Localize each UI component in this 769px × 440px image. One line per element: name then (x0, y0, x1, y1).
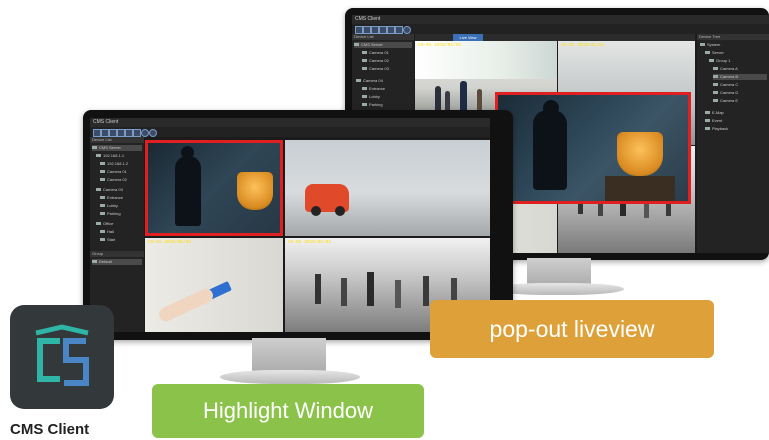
tree-item[interactable]: Lobby (362, 94, 380, 100)
group-header: Group (90, 251, 144, 257)
fullscreen-icon[interactable] (133, 129, 141, 137)
tree-item[interactable]: Lobby (100, 203, 118, 209)
tree-item[interactable]: Playback (705, 126, 728, 132)
tile-label: CH-01 2019/01/01 (148, 240, 192, 245)
layout-9-icon[interactable] (109, 129, 117, 137)
layout-16-icon[interactable] (117, 129, 125, 137)
window-title: CMS Client (90, 118, 490, 127)
tree-item[interactable]: Camera E (713, 98, 738, 104)
fullscreen-icon[interactable] (395, 26, 403, 34)
window-title: CMS Client (352, 15, 769, 24)
layout-4-icon[interactable] (363, 26, 371, 34)
live-tab-strip: Live View (415, 34, 695, 41)
tree-item[interactable]: Camera 01 (362, 50, 389, 56)
snapshot-icon[interactable] (141, 129, 149, 137)
tree-item[interactable]: Office (96, 221, 113, 227)
toolbar (352, 24, 769, 34)
highlight-window-label: Highlight Window (152, 384, 424, 438)
layout-custom-icon[interactable] (387, 26, 395, 34)
toolbar (90, 127, 490, 137)
video-tile-card-reader[interactable]: CH-01 2019/01/01 (145, 238, 283, 332)
tree-item[interactable]: CMS Server (92, 145, 142, 151)
tree-item[interactable]: Camera 03 (362, 66, 389, 72)
settings-icon[interactable] (149, 129, 157, 137)
settings-icon[interactable] (403, 26, 411, 34)
tree-item[interactable]: 192.168.1.1 (96, 153, 124, 159)
tree-item[interactable]: Event (705, 118, 722, 124)
tree-header: Device List (90, 137, 144, 143)
tree-item[interactable]: Camera B (713, 74, 767, 80)
tree-item[interactable]: Camera A (713, 66, 738, 72)
layout-1-icon[interactable] (93, 129, 101, 137)
layout-4-icon[interactable] (101, 129, 109, 137)
video-tile-parking[interactable] (285, 140, 490, 236)
tree-item[interactable]: Entrance (100, 195, 123, 201)
right-header: Device Tree (697, 34, 769, 40)
tree-item[interactable]: E-Map (705, 110, 724, 116)
tree-item[interactable]: Hall (100, 229, 114, 235)
popout-live-window[interactable] (495, 92, 691, 204)
tree-item[interactable]: Stair (100, 237, 115, 243)
tree-header: Device List (352, 34, 414, 40)
highlight-window-border (145, 140, 283, 236)
brand-name: CMS Client (10, 421, 90, 438)
cms-logo-icon (10, 305, 114, 409)
tree-item[interactable]: Camera 04 (356, 78, 383, 84)
tab-live-view[interactable]: Live View (453, 34, 483, 41)
tile-label: CH-02 2019/01/01 (288, 240, 332, 245)
tree-item[interactable]: Server (705, 50, 724, 56)
layout-custom-icon[interactable] (125, 129, 133, 137)
right-device-panel: Device Tree System Server Group 1 Camera… (697, 34, 769, 253)
tree-item[interactable]: 192.168.1.2 (100, 161, 128, 167)
tree-item[interactable]: Camera 03 (96, 187, 123, 193)
device-tree-panel: Device List CMS Server 192.168.1.1 192.1… (90, 137, 144, 332)
layout-1-icon[interactable] (355, 26, 363, 34)
tree-item[interactable]: Default (92, 259, 142, 265)
tile-label: CH-02 2019/01/01 (561, 43, 605, 48)
tile-label: CH-01 2019/01/01 (418, 43, 462, 48)
front-monitor-screen: CMS Client Device List CMS Server 192.16… (90, 118, 490, 332)
tree-item[interactable]: Camera 01 (100, 169, 127, 175)
tree-item[interactable]: Camera C (713, 82, 738, 88)
popout-highlight-border (495, 92, 691, 204)
tree-item[interactable]: System (700, 42, 720, 48)
tree-item[interactable]: Camera D (713, 90, 738, 96)
layout-16-icon[interactable] (379, 26, 387, 34)
tree-item[interactable]: Parking (100, 211, 121, 217)
front-monitor-base (220, 370, 360, 384)
tree-item[interactable]: CMS Server (354, 42, 412, 48)
tree-item[interactable]: Group 1 (709, 58, 730, 64)
tree-item[interactable]: Entrance (362, 86, 385, 92)
popout-liveview-label: pop-out liveview (430, 300, 714, 358)
tree-item[interactable]: Parking (362, 102, 383, 108)
tree-item[interactable]: Camera 02 (362, 58, 389, 64)
layout-9-icon[interactable] (371, 26, 379, 34)
tree-item[interactable]: Camera 02 (100, 177, 127, 183)
